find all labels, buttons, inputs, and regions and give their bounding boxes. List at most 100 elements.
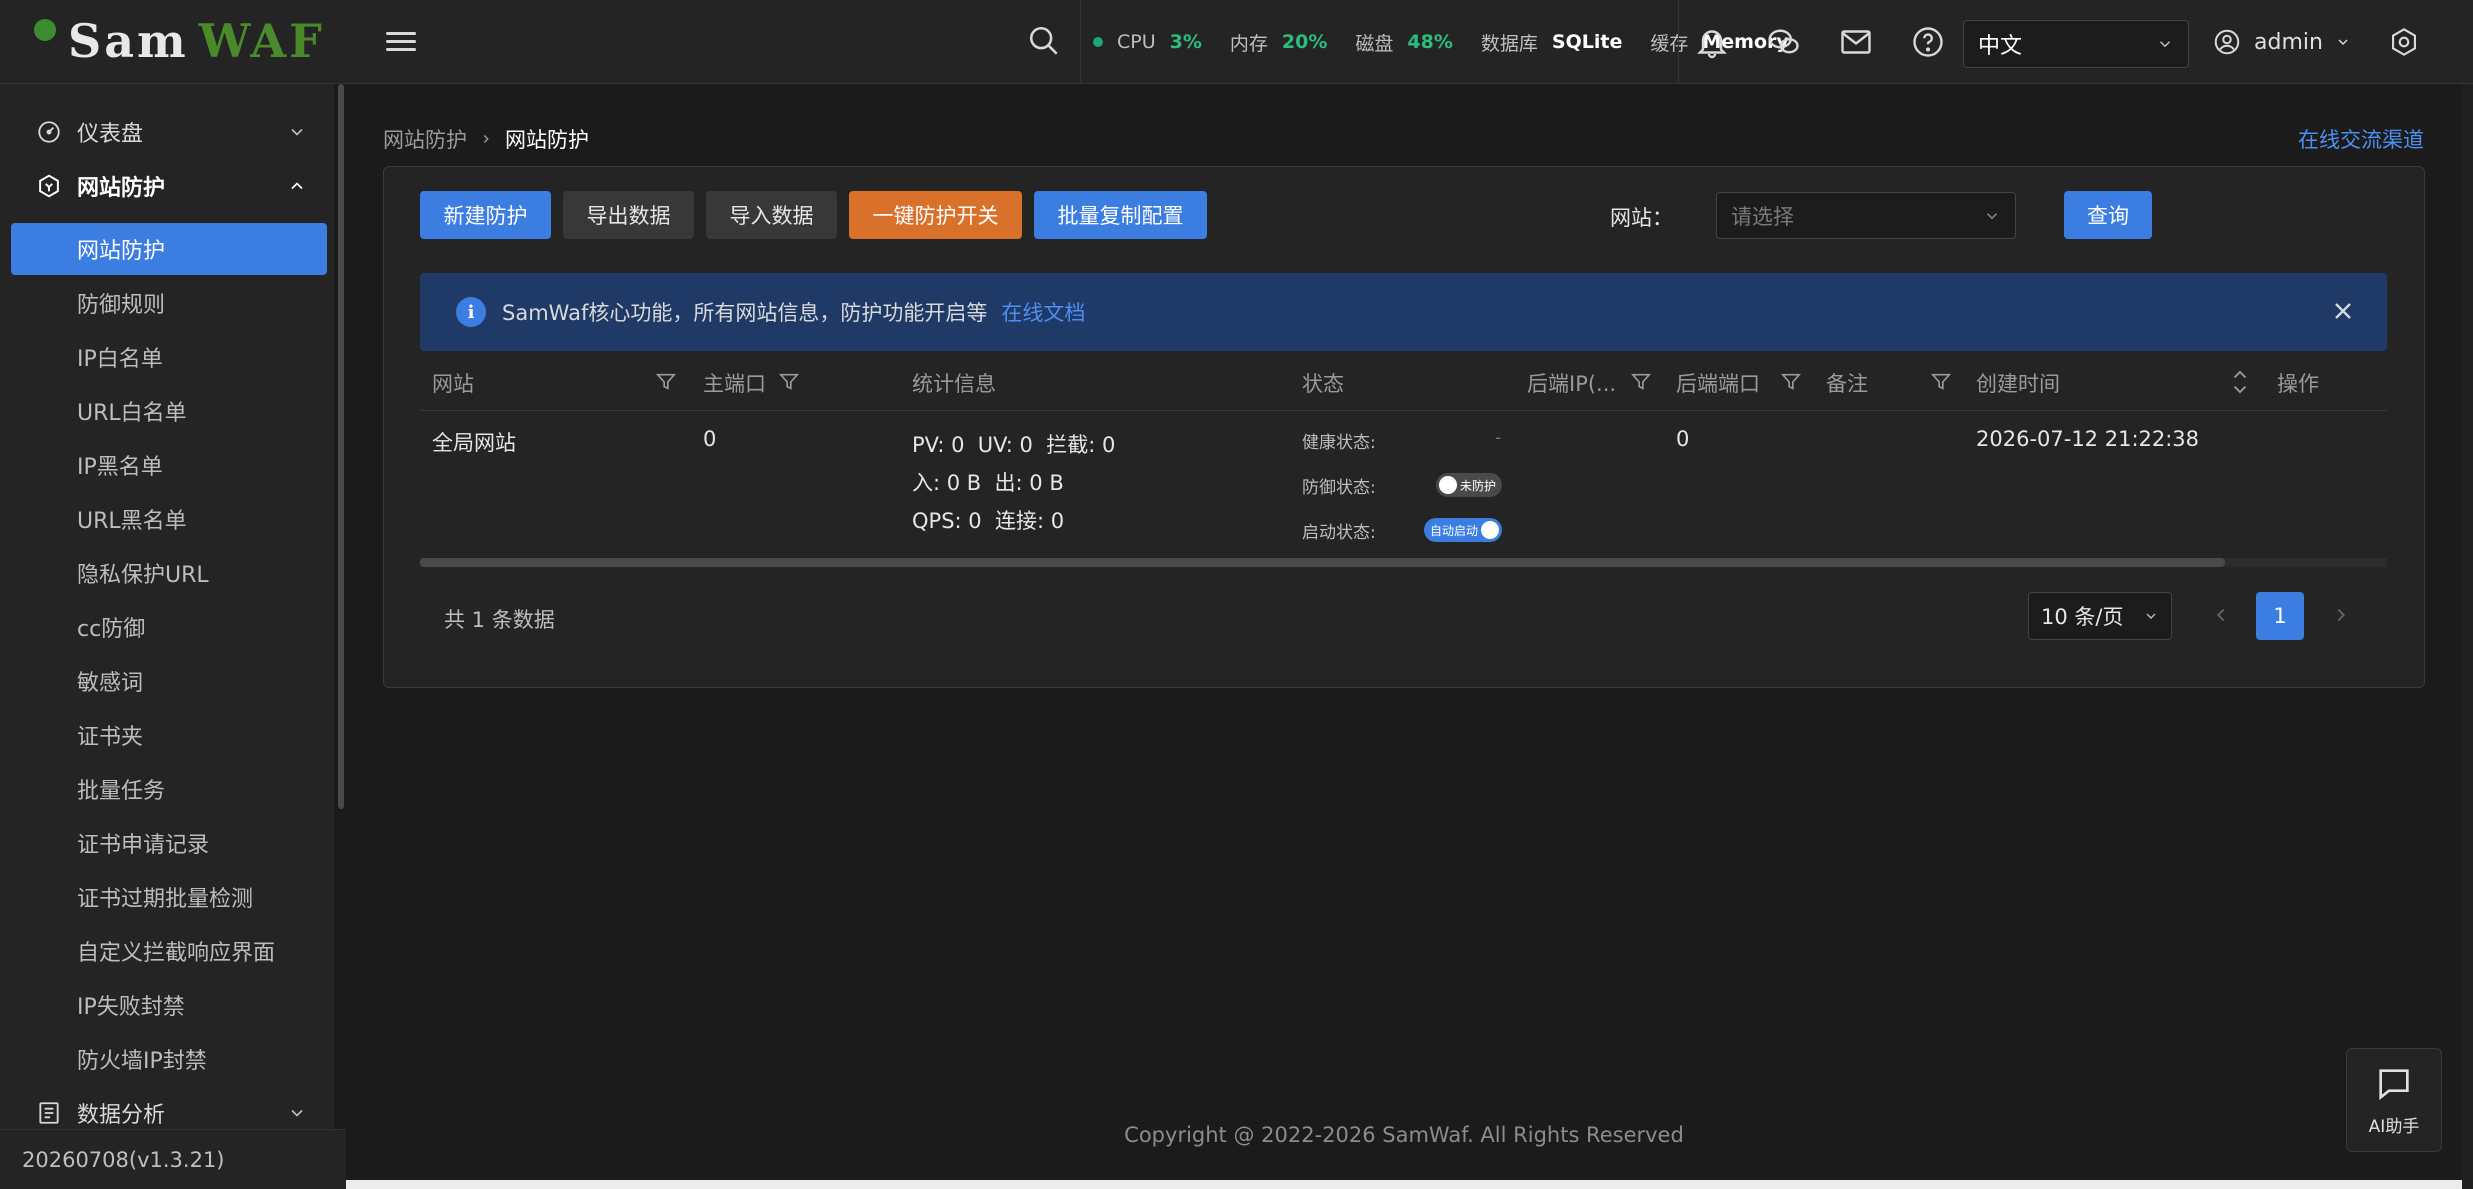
sidebar-item-cert-expiry-check[interactable]: 证书过期批量检测 bbox=[11, 871, 327, 923]
column-header-backend-ip: 后端IP(... bbox=[1527, 372, 1617, 396]
next-page-icon[interactable] bbox=[2330, 604, 2352, 626]
window-bottom-edge bbox=[346, 1180, 2462, 1189]
cache-label: 缓存 bbox=[1650, 32, 1689, 55]
cpu-value: 3% bbox=[1169, 31, 1202, 53]
online-channel-link[interactable]: 在线交流渠道 bbox=[2298, 124, 2424, 154]
cell-backend-port: 0 bbox=[1676, 427, 1690, 451]
sidebar-scroll-thumb[interactable] bbox=[338, 84, 344, 809]
site-filter-label: 网站： bbox=[1610, 206, 1673, 230]
bell-icon[interactable] bbox=[1694, 24, 1730, 60]
chat-icon bbox=[2379, 1068, 2409, 1100]
db-label: 数据库 bbox=[1480, 32, 1538, 55]
chevron-right-icon bbox=[483, 135, 489, 143]
version-label: 20260708(v1.3.21) bbox=[0, 1129, 346, 1189]
db-value: SQLite bbox=[1551, 31, 1623, 53]
sidebar-item-label: URL黑名单 bbox=[77, 509, 187, 534]
sidebar-item-batch-tasks[interactable]: 批量任务 bbox=[11, 763, 327, 815]
sidebar-item-cc-defense[interactable]: cc防御 bbox=[11, 601, 327, 653]
sidebar-scrollbar[interactable] bbox=[334, 84, 346, 1129]
online-docs-link[interactable]: 在线文档 bbox=[1001, 297, 1085, 327]
menu-toggle-icon[interactable] bbox=[386, 27, 416, 57]
cpu-label: CPU bbox=[1117, 31, 1156, 53]
sidebar-item-label: IP失败封禁 bbox=[77, 995, 185, 1020]
language-select[interactable]: 中文 bbox=[1963, 20, 2189, 68]
import-data-button[interactable]: 导入数据 bbox=[706, 191, 837, 239]
sidebar-item-label: 网站防护 bbox=[77, 176, 166, 201]
site-select[interactable]: 请选择 bbox=[1716, 192, 2016, 239]
column-header-port: 主端口 bbox=[703, 372, 766, 396]
sidebar-item-label: 证书申请记录 bbox=[77, 833, 210, 858]
samwaf-logo[interactable]: Sam WAF bbox=[34, 10, 325, 72]
sidebar-item-defense-rules[interactable]: 防御规则 bbox=[11, 277, 327, 329]
sidebar-item-ip-whitelist[interactable]: IP白名单 bbox=[11, 331, 327, 383]
filter-icon[interactable] bbox=[1930, 371, 1952, 393]
sidebar-item-ip-fail-ban[interactable]: IP失败封禁 bbox=[11, 979, 327, 1031]
defense-status-label: 防御状态: bbox=[1302, 478, 1376, 498]
filter-icon[interactable] bbox=[1780, 371, 1802, 393]
breadcrumb-parent[interactable]: 网站防护 bbox=[383, 124, 467, 154]
page-number-current[interactable]: 1 bbox=[2256, 592, 2304, 640]
column-header-backend-port: 后端端口 bbox=[1676, 372, 1760, 396]
scroll-thumb[interactable] bbox=[420, 558, 2225, 567]
query-button[interactable]: 查询 bbox=[2064, 191, 2152, 239]
cell-stats-qps: QPS: 0 连接: 0 bbox=[912, 509, 1065, 533]
export-data-button[interactable]: 导出数据 bbox=[563, 191, 694, 239]
sidebar-item-label: 敏感词 bbox=[77, 671, 144, 696]
sidebar-item-label: 批量任务 bbox=[77, 779, 166, 804]
user-menu[interactable]: admin bbox=[2212, 22, 2351, 62]
chevron-down-icon bbox=[2146, 613, 2156, 619]
sidebar-item-certificates[interactable]: 证书夹 bbox=[11, 709, 327, 761]
sidebar-item-privacy-url[interactable]: 隐私保护URL bbox=[11, 547, 327, 599]
sort-icon[interactable] bbox=[2229, 366, 2251, 398]
dashboard-icon bbox=[35, 118, 63, 146]
sidebar-item-label: IP白名单 bbox=[77, 347, 163, 372]
page-size-select[interactable]: 10 条/页 bbox=[2028, 592, 2172, 640]
language-value: 中文 bbox=[1978, 34, 2023, 59]
sidebar-item-website-protection-list[interactable]: 网站防护 bbox=[11, 223, 327, 275]
filter-icon[interactable] bbox=[655, 371, 677, 393]
cell-stats-bandwidth: 入: 0 B 出: 0 B bbox=[912, 471, 1064, 495]
chevron-down-icon bbox=[1986, 212, 1998, 219]
prev-page-icon[interactable] bbox=[2210, 604, 2232, 626]
sidebar-item-firewall-ip-ban[interactable]: 防火墙IP封禁 bbox=[11, 1033, 327, 1085]
chevron-up-icon bbox=[291, 182, 303, 190]
sidebar-item-custom-block-page[interactable]: 自定义拦截响应界面 bbox=[11, 925, 327, 977]
disk-value: 48% bbox=[1407, 31, 1453, 53]
toggle-all-protection-button[interactable]: 一键防护开关 bbox=[849, 191, 1022, 239]
breadcrumb-current: 网站防护 bbox=[505, 128, 589, 152]
page-scrollbar-track bbox=[2462, 84, 2473, 1189]
chevron-down-icon bbox=[291, 1109, 303, 1117]
sidebar-item-website-protection[interactable]: 网站防护 bbox=[11, 160, 327, 212]
new-protection-button[interactable]: 新建防护 bbox=[420, 191, 551, 239]
sidebar-item-sensitive-words[interactable]: 敏感词 bbox=[11, 655, 327, 707]
mail-icon[interactable] bbox=[1838, 24, 1874, 60]
wechat-icon[interactable] bbox=[1766, 24, 1802, 60]
chevron-down-icon bbox=[2159, 41, 2171, 48]
sidebar-item-ip-blacklist[interactable]: IP黑名单 bbox=[11, 439, 327, 491]
shield-icon bbox=[35, 172, 63, 200]
close-icon[interactable] bbox=[2329, 297, 2357, 325]
batch-copy-config-button[interactable]: 批量复制配置 bbox=[1034, 191, 1207, 239]
settings-icon[interactable] bbox=[2388, 26, 2420, 58]
column-header-actions: 操作 bbox=[2277, 372, 2319, 396]
cell-site[interactable]: 全局网站 bbox=[432, 427, 516, 457]
memory-value: 20% bbox=[1281, 31, 1328, 53]
sidebar-item-dashboard[interactable]: 仪表盘 bbox=[11, 106, 327, 158]
sidebar-item-cert-requests[interactable]: 证书申请记录 bbox=[11, 817, 327, 869]
ai-assistant-button[interactable]: AI助手 bbox=[2346, 1048, 2442, 1152]
sidebar-item-url-blacklist[interactable]: URL黑名单 bbox=[11, 493, 327, 545]
table-horizontal-scrollbar[interactable] bbox=[420, 558, 2387, 567]
filter-icon[interactable] bbox=[778, 371, 800, 393]
defense-status-switch[interactable]: 未防护 bbox=[1436, 473, 1502, 497]
sidebar: 仪表盘 网站防护 网站防护 防御规则 IP白名单 URL白名单 IP黑名单 UR… bbox=[0, 84, 346, 1189]
column-header-stats: 统计信息 bbox=[912, 372, 996, 396]
sidebar-item-url-whitelist[interactable]: URL白名单 bbox=[11, 385, 327, 437]
disk-label: 磁盘 bbox=[1355, 32, 1394, 55]
search-icon[interactable] bbox=[1027, 24, 1061, 58]
start-status-switch[interactable]: 自动启动 bbox=[1424, 518, 1502, 542]
filter-icon[interactable] bbox=[1630, 371, 1652, 393]
help-icon[interactable] bbox=[1910, 24, 1946, 60]
ai-assistant-label: AI助手 bbox=[2368, 1116, 2420, 1137]
sidebar-item-label: 网站防护 bbox=[77, 239, 166, 264]
logo-leaf-icon bbox=[34, 19, 56, 41]
